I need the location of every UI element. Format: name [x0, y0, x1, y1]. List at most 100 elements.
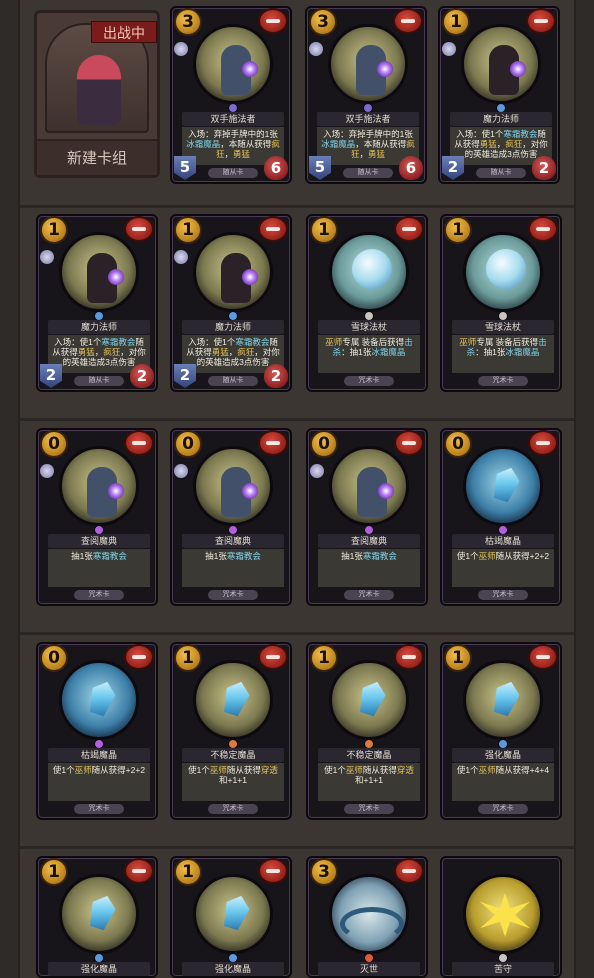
remove-card-button[interactable]: [528, 644, 558, 670]
card-name: 强化魔晶: [182, 962, 284, 976]
mana-cost: 1: [444, 644, 472, 672]
deck-view: 出战中 新建卡组 3 双手施法者 入场：弃掉手牌中的1张冰霜魔晶，本随从获得疯狂，勇…: [0, 0, 594, 978]
deck-card[interactable]: 0 查阅魔典抽1张寒霜教会咒术卡: [306, 428, 428, 606]
card-text-part: ，: [224, 149, 233, 159]
deck-card[interactable]: 0 查阅魔典 抽1张寒霜教会 咒术卡: [170, 428, 292, 606]
card-name: 魔力法师: [182, 320, 284, 334]
remove-card-button[interactable]: [394, 430, 424, 456]
remove-card-button[interactable]: [394, 858, 424, 884]
card-art: [329, 232, 409, 312]
mana-cost: 1: [444, 216, 472, 244]
remove-card-button[interactable]: [393, 8, 423, 34]
remove-card-button[interactable]: [258, 644, 288, 670]
mana-cost: 0: [310, 430, 338, 458]
attack-value: 5: [309, 156, 331, 180]
card-text-part: 使1个: [456, 765, 479, 775]
remove-card-button[interactable]: [258, 216, 288, 242]
remove-card-button[interactable]: [528, 216, 558, 242]
deck-card[interactable]: 3 双手施法者 入场：弃掉手牌中的1张冰霜魔晶，本随从获得疯狂，勇猛 随从卡 5 6: [170, 6, 292, 184]
card-type-label: 咒术卡: [344, 804, 394, 814]
burst-icon: [480, 893, 530, 937]
deck-card[interactable]: 0 查阅魔典 抽1张寒霜教会 咒术卡: [36, 428, 158, 606]
card-text-part: 疯狂: [237, 347, 255, 357]
card-name: 枯竭魔晶: [452, 534, 554, 548]
card-text-part: 随从获得: [362, 765, 397, 775]
tribe-icon: [310, 464, 324, 478]
card-art: [463, 660, 543, 740]
card-art: [193, 660, 273, 740]
card-name: 不稳定魔晶: [318, 748, 420, 762]
row-divider: [20, 418, 574, 421]
deck-card[interactable]: 0 枯竭魔晶 使1个巫师随从获得+2+2 咒术卡: [36, 642, 158, 820]
remove-card-button[interactable]: [124, 858, 154, 884]
deck-card[interactable]: 1 魔力法师 入场：使1个寒霜教会随从获得勇猛，疯狂，对你的英雄造成3点伤害 随从卡 2…: [170, 214, 292, 392]
deck-card[interactable]: 3 灭世: [306, 856, 428, 978]
remove-card-button[interactable]: [394, 644, 424, 670]
hero-character-image: [77, 55, 121, 125]
deck-card[interactable]: 1 魔力法师 入场：使1个寒霜教会随从获得勇猛，疯狂，对你的英雄造成3点伤害 随从卡 2…: [36, 214, 158, 392]
remove-card-button[interactable]: [528, 430, 558, 456]
remove-card-button[interactable]: [526, 8, 556, 34]
deck-card[interactable]: 1 强化魔晶 使1个巫师随从获得+4+4 咒术卡: [440, 642, 562, 820]
deck-card[interactable]: 1 强化魔晶: [170, 856, 292, 978]
card-text-part: 寒霜教会: [235, 337, 270, 347]
card-text-part: 入场：使1个: [188, 337, 236, 347]
card-text-part: 寒霜教会: [92, 551, 127, 561]
magic-orb-icon: [108, 483, 124, 499]
card-text-part: 入场：使1个: [54, 337, 102, 347]
card-art: [193, 24, 273, 104]
remove-card-button[interactable]: [124, 644, 154, 670]
deck-card[interactable]: 1 魔力法师 入场：使1个寒霜教会随从获得勇猛，疯狂，对你的英雄造成3点伤害 随从卡 2…: [438, 6, 560, 184]
card-art: [329, 660, 409, 740]
magic-orb-icon: [242, 483, 258, 499]
deck-card[interactable]: 1 不稳定魔晶 使1个巫师随从获得穿透和+1+1 咒术卡: [306, 642, 428, 820]
magic-orb-icon: [378, 483, 394, 499]
deck-card[interactable]: 0 枯竭魔晶 使1个巫师随从获得+2+2 咒术卡: [440, 428, 562, 606]
deck-card[interactable]: 1 雪球法杖 巫师专属 装备后获得击杀：抽1张冰霜魔晶 咒术卡: [440, 214, 562, 392]
card-art: [59, 232, 139, 312]
deck-card[interactable]: 1 强化魔晶: [36, 856, 158, 978]
deck-card[interactable]: 苦守: [440, 856, 562, 978]
magic-orb-icon: [377, 61, 393, 77]
card-type-label: 咒术卡: [208, 590, 258, 600]
scrollbar[interactable]: [574, 0, 594, 978]
attack-value: 2: [174, 364, 196, 388]
card-art: [59, 874, 139, 954]
crystal-icon: [489, 678, 522, 718]
card-text-part: 抽1张: [341, 551, 363, 561]
remove-card-button[interactable]: [258, 858, 288, 884]
remove-card-button[interactable]: [394, 216, 424, 242]
tribe-icon: [174, 42, 188, 56]
card-text-part: 抽1张: [205, 551, 227, 561]
card-text: 抽1张寒霜教会: [182, 549, 284, 587]
card-text-part: 寒霜教会: [101, 337, 136, 347]
card-name: 魔力法师: [48, 320, 150, 334]
remove-card-button[interactable]: [258, 430, 288, 456]
card-text-part: 随从获得+2+2: [495, 551, 550, 561]
health-value: 2: [130, 364, 154, 388]
deck-card[interactable]: 1 不稳定魔晶 使1个巫师随从获得穿透和+1+1 咒术卡: [170, 642, 292, 820]
card-type-label: 咒术卡: [344, 590, 394, 600]
card-type-label: 随从卡: [208, 168, 258, 178]
remove-card-button[interactable]: [124, 216, 154, 242]
crystal-icon: [85, 892, 118, 932]
remove-card-button[interactable]: [124, 430, 154, 456]
card-art: [461, 24, 541, 104]
new-deck-button[interactable]: 新建卡组: [37, 139, 157, 175]
card-text-part: 寒霜教会: [362, 551, 397, 561]
card-name: 查阅魔典: [318, 534, 420, 548]
deck-card[interactable]: 3 双手施法者 入场：弃掉手牌中的1张冰霜魔晶，本随从获得疯狂，勇猛 随从卡 5 6: [305, 6, 427, 184]
tribe-icon: [40, 464, 54, 478]
card-art: [463, 874, 543, 954]
remove-card-button[interactable]: [258, 8, 288, 34]
health-value: 6: [399, 156, 423, 180]
magic-orb-icon: [108, 269, 124, 285]
card-name: 魔力法师: [450, 112, 552, 126]
card-text-part: 使1个: [324, 765, 346, 775]
card-text-part: 穿透: [260, 765, 278, 775]
hero-card[interactable]: 出战中 新建卡组: [34, 10, 160, 178]
card-art: [193, 232, 273, 312]
deck-card[interactable]: 1 雪球法杖 巫师专属 装备后获得击杀：抽1张冰霜魔晶 咒术卡: [306, 214, 428, 392]
card-text-part: ：抽1张: [475, 347, 506, 357]
card-text-part: 勇猛: [211, 347, 229, 357]
